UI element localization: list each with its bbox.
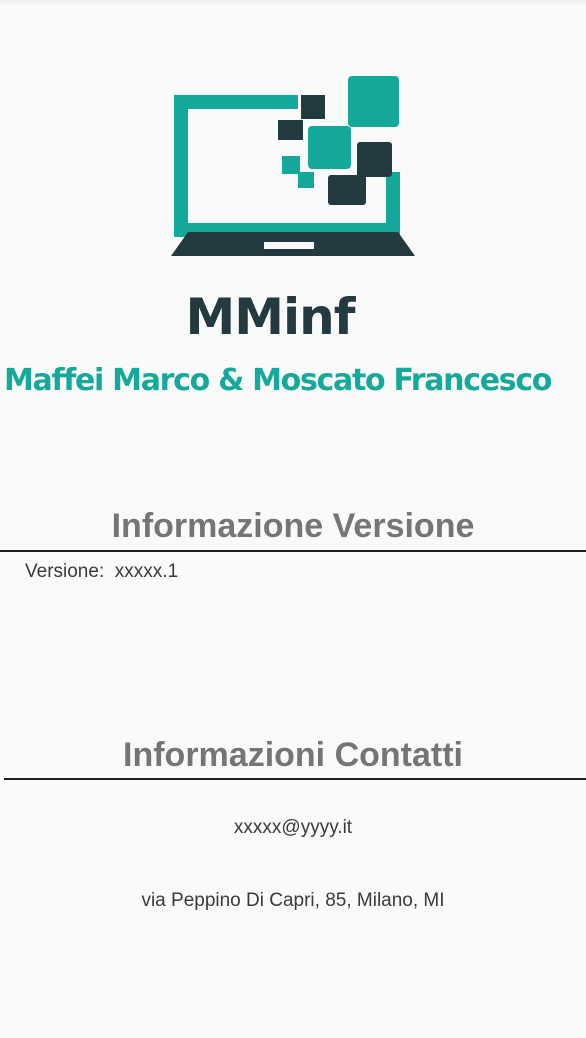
- version-value: xxxxx.1: [114, 561, 179, 582]
- contacts-divider: [4, 778, 586, 780]
- version-divider: [0, 550, 586, 552]
- contact-email[interactable]: xxxxx@yyyy.it: [0, 817, 586, 839]
- status-bar-shadow: [0, 0, 586, 6]
- brand-owners: Maffei Marco & Moscato Francesco: [4, 363, 552, 398]
- contacts-section-title: Informazioni Contatti: [123, 736, 463, 774]
- version-section-title: Informazione Versione: [111, 507, 475, 545]
- version-row: Versione: xxxxx.1: [25, 561, 178, 583]
- version-label: Versione:: [25, 561, 105, 582]
- contact-address: via Peppino Di Capri, 85, Milano, MI: [141, 890, 445, 911]
- app-logo: [0, 60, 586, 270]
- brand-name: MMinf: [185, 288, 356, 346]
- laptop-pixel-logo-icon: [171, 76, 415, 256]
